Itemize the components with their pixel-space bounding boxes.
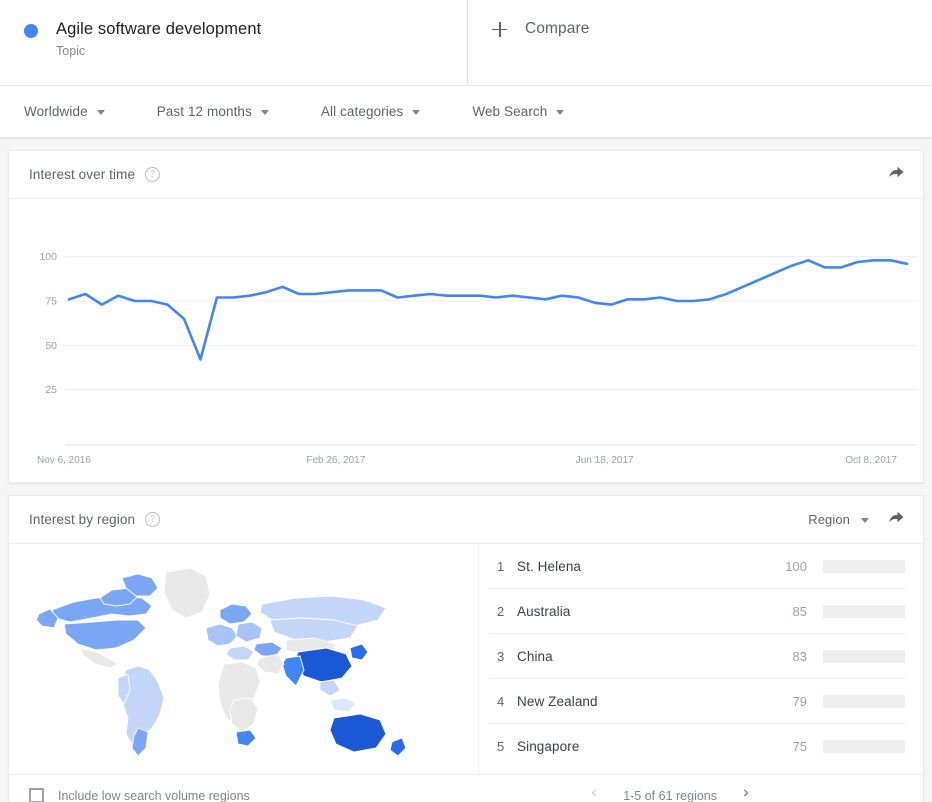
chevron-down-icon xyxy=(96,110,105,115)
region-value: 100 xyxy=(785,558,807,574)
map-region-new-zealand[interactable] xyxy=(388,736,407,757)
region-row[interactable]: 4 New Zealand 79 xyxy=(489,679,905,724)
share-icon[interactable] xyxy=(887,508,905,531)
filter-location[interactable]: Worldwide xyxy=(24,104,105,119)
interest-over-time-title: Interest over time xyxy=(29,167,136,182)
region-name: China xyxy=(517,648,553,664)
svg-text:Feb 26, 2017: Feb 26, 2017 xyxy=(306,455,365,466)
include-low-volume-toggle[interactable]: Include low search volume regions xyxy=(29,788,250,802)
region-bar-track xyxy=(823,694,905,708)
world-map-svg xyxy=(34,567,407,757)
map-region-mexico[interactable] xyxy=(78,646,119,668)
region-name: Australia xyxy=(517,603,571,619)
interest-by-region-header: Interest by region ? Region xyxy=(9,496,923,544)
checkbox-unchecked-icon[interactable] xyxy=(29,788,44,802)
map-region-greenland[interactable] xyxy=(163,567,210,618)
pagination: 1-5 of 61 regions xyxy=(587,786,753,802)
filter-location-label: Worldwide xyxy=(24,104,88,119)
filter-searchtype-label: Web Search xyxy=(472,104,548,119)
region-rank: 4 xyxy=(497,693,505,709)
svg-text:50: 50 xyxy=(45,340,57,352)
map-region-indonesia[interactable] xyxy=(328,697,357,712)
svg-text:Nov 6, 2016: Nov 6, 2016 xyxy=(37,455,91,466)
include-low-volume-label: Include low search volume regions xyxy=(58,788,250,802)
region-value: 75 xyxy=(792,739,807,754)
svg-text:100: 100 xyxy=(39,251,57,263)
region-value: 85 xyxy=(792,603,807,619)
map-region-south-africa[interactable] xyxy=(234,729,257,746)
region-value: 83 xyxy=(792,648,807,664)
search-term-title: Agile software development xyxy=(56,20,262,38)
region-row[interactable]: 5 Singapore 75 xyxy=(489,724,905,769)
interest-by-region-body: 1 St. Helena 100 2 Australia 85 3 China 83 4 New Z… xyxy=(9,544,923,774)
filter-category[interactable]: All categories xyxy=(320,104,421,119)
map-region-middle-east[interactable] xyxy=(254,652,285,674)
region-scope-label: Region xyxy=(808,512,850,527)
search-term-cell[interactable]: Agile software development Topic xyxy=(0,0,468,85)
line-chart-svg: 100 75 50 25 Nov 6, 2016 Feb 26, 2017 Jun 18, … xyxy=(37,251,917,466)
region-ranking-list: 1 St. Helena 100 2 Australia 85 3 China 83 4 New Z… xyxy=(479,544,923,774)
region-name: New Zealand xyxy=(517,693,598,709)
share-icon[interactable] xyxy=(887,163,905,186)
region-value: 79 xyxy=(792,693,807,709)
chevron-left-icon[interactable] xyxy=(587,786,601,802)
region-rank: 2 xyxy=(497,603,505,619)
map-region-korea-japan[interactable] xyxy=(348,642,369,660)
search-topbar: Agile software development Topic Compare xyxy=(0,0,932,86)
compare-cell[interactable]: Compare xyxy=(468,0,932,85)
interest-by-region-footer: Include low search volume regions 1-5 of… xyxy=(9,774,923,802)
region-rank: 5 xyxy=(497,739,505,754)
map-region-southern-europe[interactable] xyxy=(224,645,255,660)
filter-timerange-label: Past 12 months xyxy=(156,104,252,119)
interest-by-region-title: Interest by region xyxy=(29,512,136,527)
help-circle-icon[interactable]: ? xyxy=(145,167,161,182)
chevron-down-icon xyxy=(412,110,421,115)
region-rank: 3 xyxy=(497,648,505,664)
map-region-africa-central[interactable] xyxy=(229,697,258,733)
filter-category-label: All categories xyxy=(320,104,404,119)
pagination-text: 1-5 of 61 regions xyxy=(623,788,717,802)
compare-label: Compare xyxy=(525,20,590,37)
svg-text:25: 25 xyxy=(45,384,57,396)
map-region-central-europe[interactable] xyxy=(235,621,263,642)
plus-icon xyxy=(492,21,507,37)
region-row[interactable]: 3 China 83 xyxy=(489,634,905,679)
region-bar-track xyxy=(823,740,905,753)
map-region-western-europe[interactable] xyxy=(204,623,239,646)
region-rank: 1 xyxy=(497,558,505,574)
filter-searchtype[interactable]: Web Search xyxy=(472,104,565,119)
region-scope-dropdown[interactable]: Region xyxy=(808,512,869,527)
region-row[interactable]: 2 Australia 85 xyxy=(489,589,905,634)
svg-text:Jun 18, 2017: Jun 18, 2017 xyxy=(576,455,634,466)
chevron-right-icon[interactable] xyxy=(739,786,753,802)
filter-bar: Worldwide Past 12 months All categories … xyxy=(0,86,932,138)
region-bar-track xyxy=(823,604,905,618)
chevron-down-icon xyxy=(556,110,565,115)
help-circle-icon[interactable]: ? xyxy=(145,512,161,527)
region-name: Singapore xyxy=(517,739,580,754)
map-region-scandinavia[interactable] xyxy=(219,603,253,624)
add-compare-button[interactable]: Compare xyxy=(492,20,589,38)
svg-text:Oct 8, 2017: Oct 8, 2017 xyxy=(845,455,897,466)
region-name: St. Helena xyxy=(517,558,582,574)
interest-over-time-chart[interactable]: 100 75 50 25 Nov 6, 2016 Feb 26, 2017 Jun 18, … xyxy=(9,199,923,482)
region-bar-track xyxy=(823,649,905,663)
svg-text:75: 75 xyxy=(45,296,57,308)
world-map[interactable] xyxy=(9,544,479,774)
map-region-australia[interactable] xyxy=(329,713,387,752)
chevron-down-icon xyxy=(861,518,869,523)
interest-over-time-header: Interest over time ? xyxy=(9,151,923,199)
search-term-type: Topic xyxy=(56,44,86,58)
filter-timerange[interactable]: Past 12 months xyxy=(157,104,269,119)
region-row[interactable]: 1 St. Helena 100 xyxy=(489,544,905,589)
map-region-united-states[interactable] xyxy=(62,619,147,650)
interest-by-region-card: Interest by region ? Region 1 St. Helena 1… xyxy=(8,495,924,802)
map-region-india[interactable] xyxy=(281,654,304,687)
chevron-down-icon xyxy=(260,110,269,115)
map-region-southeast-asia[interactable] xyxy=(319,679,341,697)
series-color-dot xyxy=(24,24,38,38)
region-bar-track xyxy=(823,559,905,573)
interest-over-time-card: Interest over time ? 100 75 50 25 Nov 6, 201… xyxy=(8,150,924,483)
